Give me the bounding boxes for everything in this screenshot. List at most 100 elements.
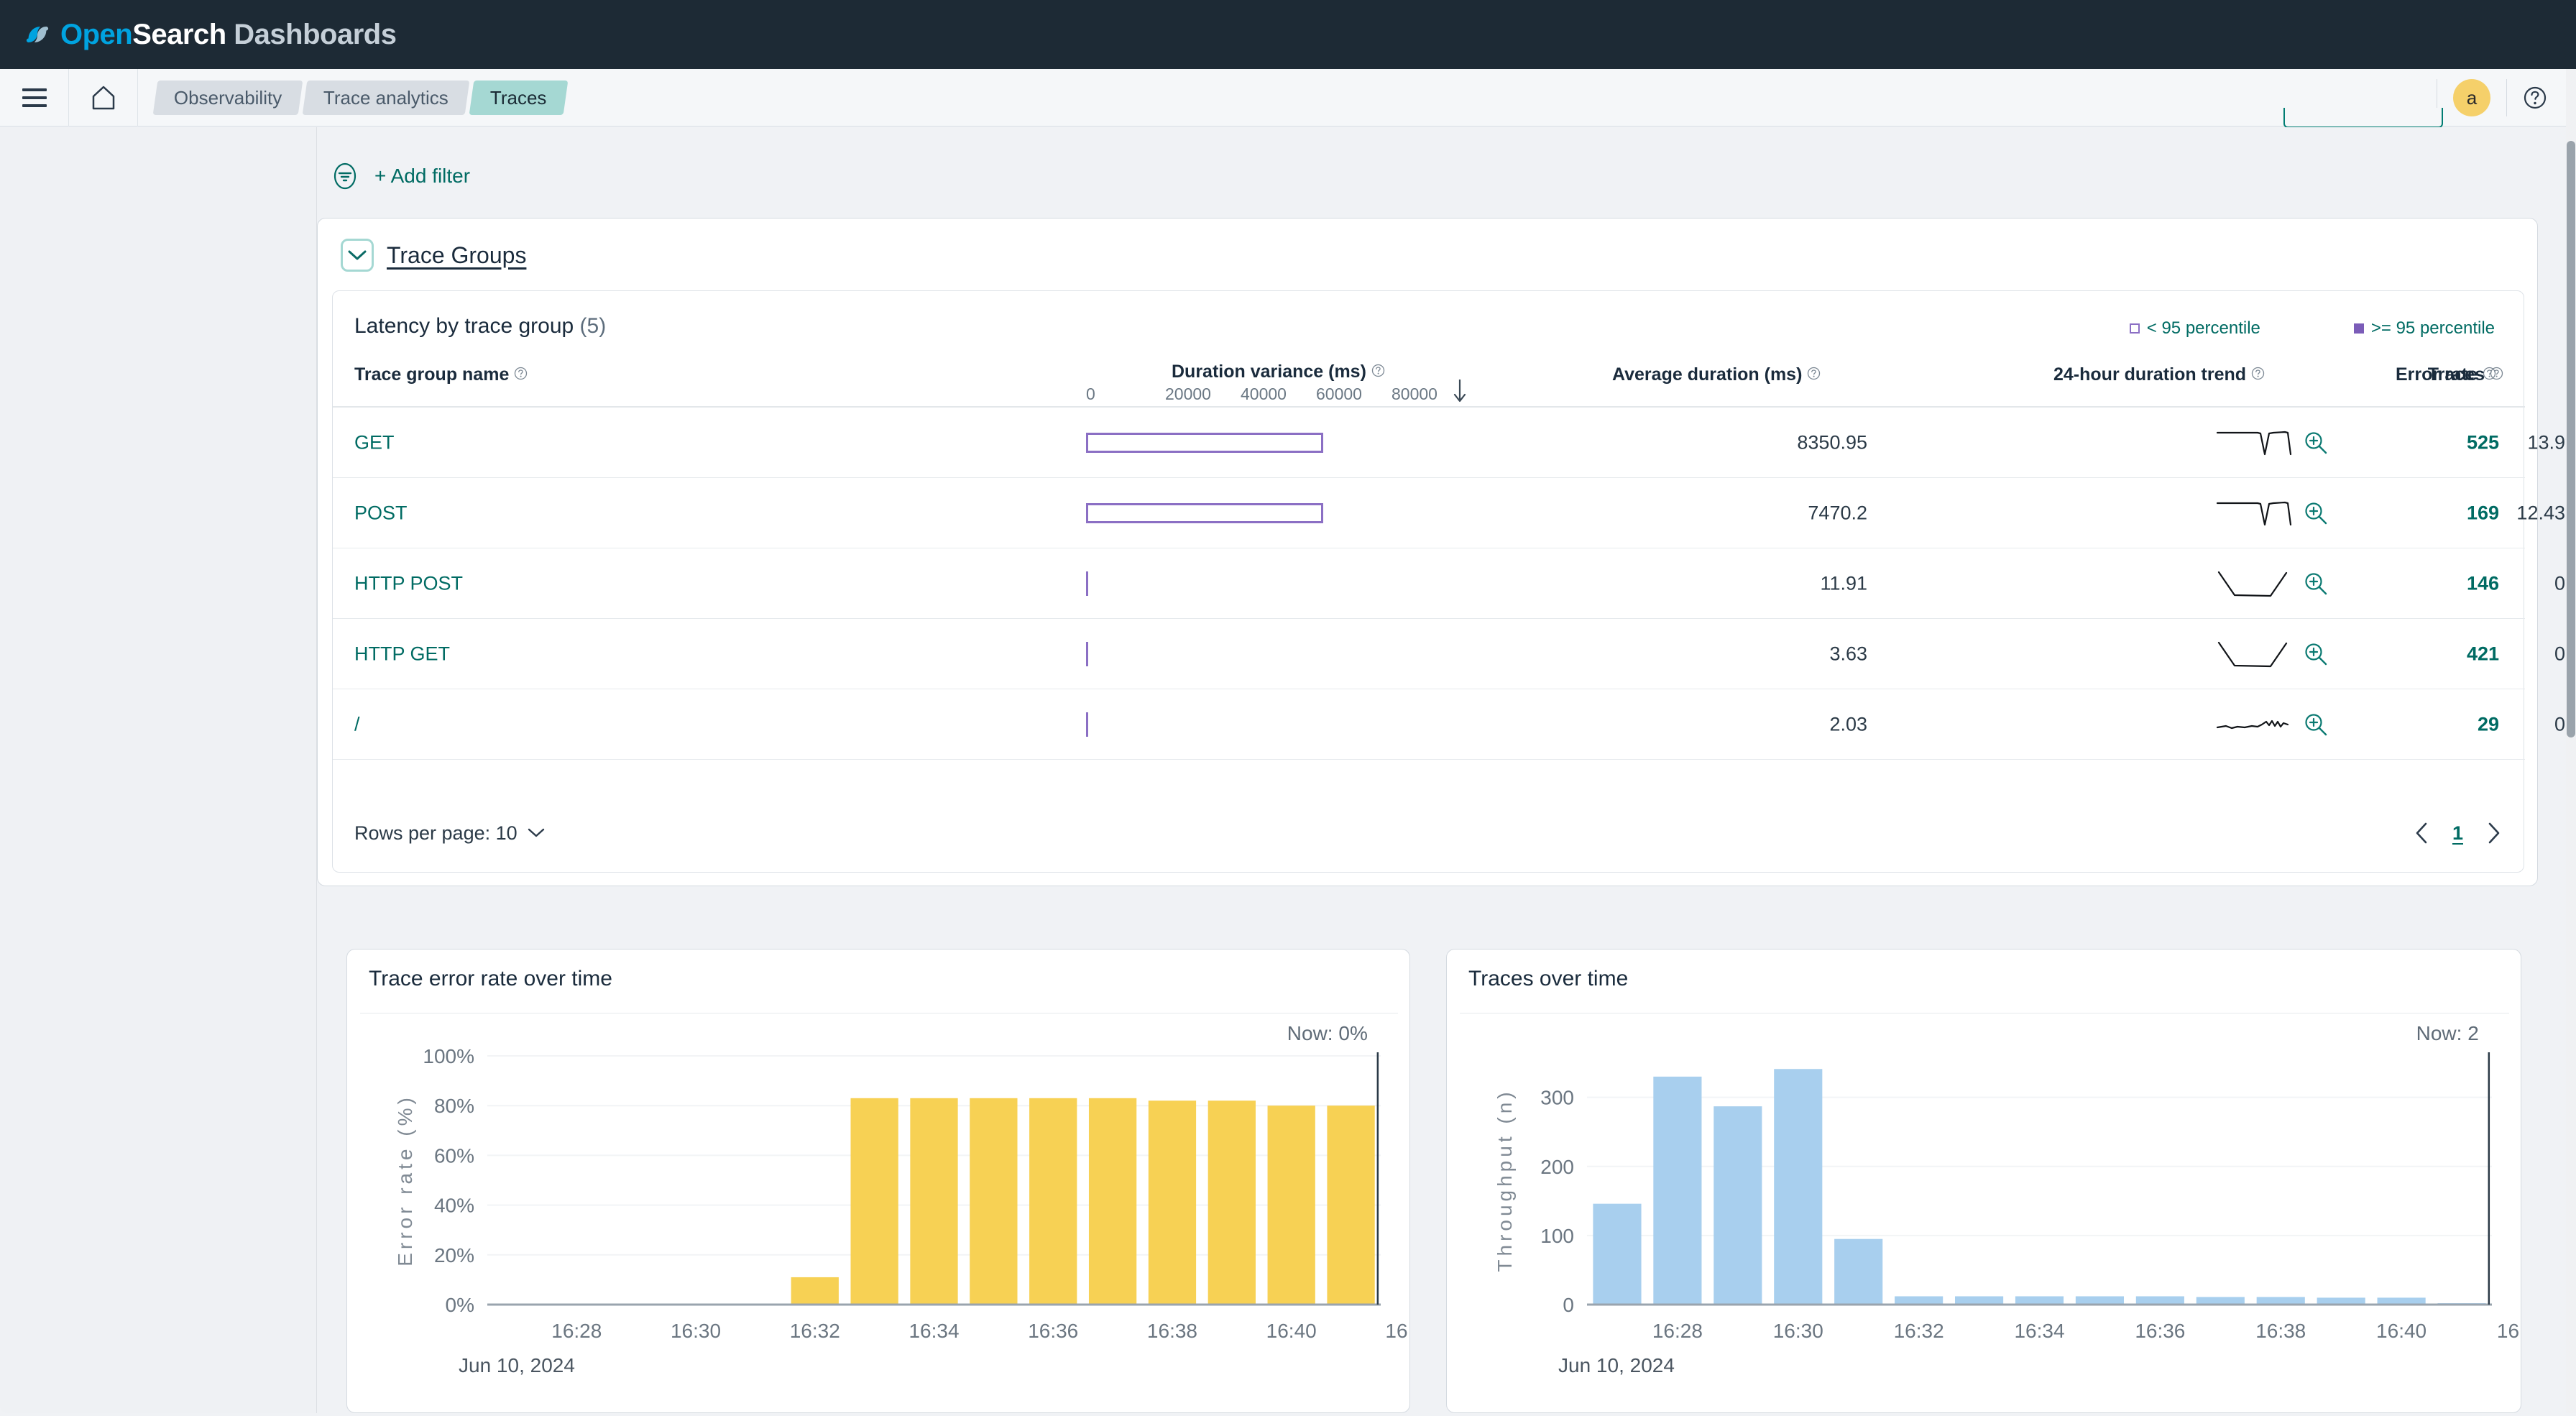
nav-right-controls: a bbox=[2437, 69, 2563, 127]
table-row[interactable]: GET8350.9513.9%525 bbox=[333, 408, 2576, 478]
column-header-trace-group-name[interactable]: Trace group name bbox=[354, 364, 528, 385]
duration-trend-cell bbox=[2216, 566, 2328, 601]
navigation-bar: Observability Trace analytics Traces a bbox=[0, 68, 2576, 127]
traces-over-time-plot[interactable]: 0 100 200 300 Throughput (n) Now: 2 16:28 16:30… bbox=[1447, 1013, 2547, 1416]
chevron-right-icon[interactable] bbox=[2488, 822, 2501, 844]
svg-text:200: 200 bbox=[1540, 1156, 1574, 1178]
svg-text:16:34: 16:34 bbox=[908, 1320, 959, 1342]
breadcrumb-item-observability[interactable]: Observability bbox=[152, 80, 303, 115]
traces-count-link[interactable]: 169 bbox=[2467, 502, 2499, 524]
magnify-plus-icon[interactable] bbox=[2304, 642, 2328, 666]
question-circle-icon[interactable] bbox=[2523, 86, 2547, 110]
help-circle-icon[interactable] bbox=[2490, 364, 2503, 385]
trace-group-name-link[interactable]: / bbox=[354, 713, 360, 735]
breadcrumb-item-trace-analytics[interactable]: Trace analytics bbox=[302, 80, 470, 115]
trace-error-rate-plot[interactable]: 0% 20% 40% 60% 80% 100% Error rate (%) Now: 0% 1… bbox=[347, 1013, 1435, 1416]
column-label: Average duration (ms) bbox=[1612, 364, 1803, 385]
svg-text:16:28: 16:28 bbox=[1652, 1320, 1703, 1342]
help-circle-icon[interactable] bbox=[1807, 364, 1821, 385]
legend-item-below-95[interactable]: < 95 percentile bbox=[2129, 318, 2260, 339]
trace-error-rate-chart-card: Trace error rate over time 0% 20% 40% 60% 80… bbox=[346, 949, 1435, 1416]
trace-group-name-link[interactable]: GET bbox=[354, 431, 395, 454]
hamburger-menu-icon[interactable] bbox=[0, 68, 69, 127]
magnify-plus-icon[interactable] bbox=[2304, 431, 2328, 455]
magnify-plus-icon[interactable] bbox=[2304, 571, 2328, 596]
rows-per-page-select[interactable]: Rows per page: 10 bbox=[354, 822, 545, 845]
home-icon[interactable] bbox=[69, 68, 138, 127]
legend-label: < 95 percentile bbox=[2146, 318, 2260, 338]
sparkline-jitter bbox=[2216, 720, 2289, 729]
help-circle-icon[interactable] bbox=[1371, 362, 1385, 382]
traces-over-time-chart-card: Traces over time 0 100 200 300 Throughput (n… bbox=[1446, 949, 2547, 1416]
left-pane bbox=[0, 127, 317, 1413]
column-header-duration-trend[interactable]: 24-hour duration trend bbox=[2053, 364, 2265, 385]
chevron-left-icon[interactable] bbox=[2415, 822, 2428, 844]
duration-variance-bar-cell bbox=[1086, 571, 1088, 596]
cut-off-primary-button[interactable] bbox=[2283, 108, 2443, 128]
breadcrumb-item-traces[interactable]: Traces bbox=[469, 80, 569, 115]
table-title-text: Latency by trace group bbox=[354, 314, 574, 338]
svg-text:Jun 10, 2024: Jun 10, 2024 bbox=[1558, 1354, 1675, 1376]
duration-variance-bar-cell bbox=[1086, 641, 1088, 666]
traces-count-link[interactable]: 421 bbox=[2467, 643, 2499, 665]
sparkline-dip-spike bbox=[2216, 431, 2292, 455]
trace-groups-title[interactable]: Trace Groups bbox=[387, 242, 526, 269]
svg-text:300: 300 bbox=[1540, 1087, 1574, 1109]
legend-item-above-95[interactable]: >= 95 percentile bbox=[2353, 318, 2495, 339]
bar bbox=[1267, 1105, 1315, 1305]
latency-table-card: Latency by trace group (5) < 95 percenti… bbox=[332, 290, 2576, 873]
traces-count-link[interactable]: 525 bbox=[2467, 431, 2499, 454]
magnify-plus-icon[interactable] bbox=[2304, 501, 2328, 525]
help-circle-icon[interactable] bbox=[2251, 364, 2265, 385]
filter-circle-icon[interactable] bbox=[331, 162, 359, 190]
filled-square-swatch-icon bbox=[2353, 323, 2364, 334]
column-label: Duration variance (ms) bbox=[1172, 362, 1366, 382]
svg-text:16:38: 16:38 bbox=[1147, 1320, 1197, 1342]
axis-tick: 80000 bbox=[1392, 385, 1438, 403]
brand-open: Open bbox=[60, 18, 133, 50]
add-filter-button[interactable]: + Add filter bbox=[374, 165, 470, 188]
table-row[interactable]: POST 7470.2 12.43% 169 bbox=[333, 478, 2576, 548]
column-header-average-duration[interactable]: Average duration (ms) bbox=[1612, 364, 1821, 385]
magnify-plus-icon[interactable] bbox=[2304, 712, 2328, 737]
bar bbox=[1327, 1105, 1375, 1305]
table-header-row: Trace group name Duration variance (ms) … bbox=[333, 354, 2525, 408]
bar bbox=[1653, 1076, 1702, 1305]
trace-group-name-link[interactable]: HTTP GET bbox=[354, 643, 450, 665]
window-scrollbar-thumb[interactable] bbox=[2567, 141, 2575, 737]
bar bbox=[2196, 1297, 2245, 1305]
duration-variance-bar bbox=[1086, 432, 1323, 453]
table-row[interactable]: /2.030%29 bbox=[333, 689, 2576, 760]
brand-search: Search bbox=[132, 18, 226, 50]
chevron-down-icon bbox=[528, 828, 544, 837]
bar bbox=[791, 1277, 839, 1305]
sort-descending-arrow-icon[interactable] bbox=[1452, 379, 1468, 407]
column-header-traces[interactable]: Traces bbox=[2428, 364, 2503, 385]
column-header-duration-variance[interactable]: Duration variance (ms) bbox=[1172, 362, 1385, 382]
chevron-down-icon[interactable] bbox=[341, 239, 374, 272]
page-number-1[interactable]: 1 bbox=[2452, 822, 2463, 845]
duration-variance-bar bbox=[1086, 571, 1088, 596]
average-duration-value: 8350.95 bbox=[1797, 431, 1867, 453]
help-circle-icon[interactable] bbox=[514, 364, 528, 385]
table-row[interactable]: HTTP GET3.630%421 bbox=[333, 619, 2576, 689]
bar bbox=[1088, 1098, 1137, 1305]
duration-variance-bar bbox=[1086, 641, 1088, 666]
duration-trend-cell bbox=[2216, 426, 2328, 460]
chart-title: Traces over time bbox=[1468, 967, 1629, 990]
table-row[interactable]: HTTP POST11.910%146 bbox=[333, 548, 2576, 619]
trace-group-name-link[interactable]: POST bbox=[354, 502, 408, 524]
traces-count-link[interactable]: 146 bbox=[2467, 572, 2499, 594]
window-scrollbar-track[interactable] bbox=[2566, 69, 2576, 1413]
axis-tick: 60000 bbox=[1316, 385, 1362, 403]
trace-group-name-link[interactable]: HTTP POST bbox=[354, 572, 463, 594]
avatar[interactable]: a bbox=[2453, 79, 2490, 116]
duration-variance-bar-cell bbox=[1086, 712, 1088, 737]
opensearch-logo-icon bbox=[26, 27, 49, 42]
traces-count-link[interactable]: 29 bbox=[2478, 713, 2499, 735]
bar bbox=[2256, 1297, 2305, 1305]
trace-groups-panel: Trace Groups Latency by trace group (5) … bbox=[317, 218, 2576, 886]
svg-text:100: 100 bbox=[1540, 1225, 1574, 1247]
svg-text:16:32: 16:32 bbox=[790, 1320, 840, 1342]
opensearch-dashboards-logo[interactable]: OpenSearch Dashboards bbox=[22, 18, 397, 51]
